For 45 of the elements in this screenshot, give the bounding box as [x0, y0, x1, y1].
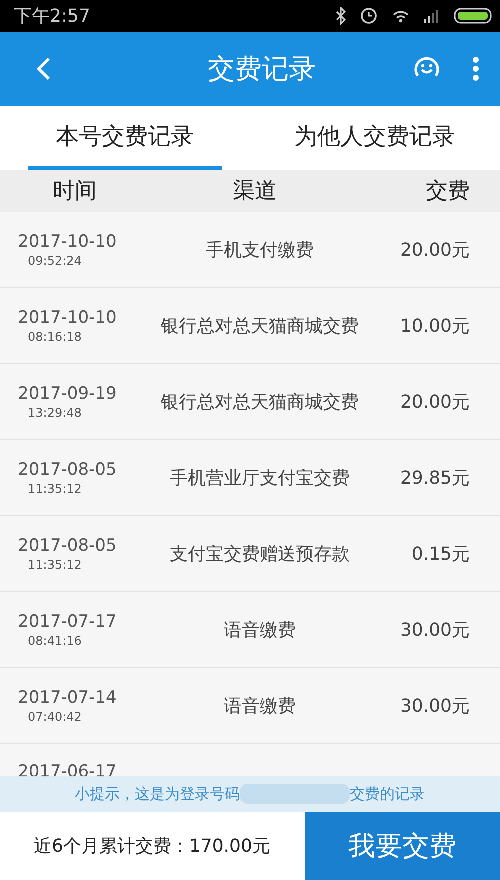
battery-icon — [454, 8, 492, 24]
date-text: 2017-07-17 — [18, 612, 118, 632]
status-time: 下午2:57 — [14, 5, 90, 28]
channel-text: 语音缴费 — [223, 618, 297, 642]
date-text: 2017-09-19 — [18, 384, 118, 404]
amount-text: 20.00元 — [399, 390, 471, 414]
time-text: 09:52:24 — [27, 254, 83, 268]
total-text: 近6个月累计交费：170.00元 — [33, 835, 272, 859]
time-text: 08:41:16 — [27, 634, 83, 648]
date-text: 2017-06-17 — [18, 762, 118, 782]
wifi-icon — [392, 9, 410, 23]
back-icon[interactable] — [36, 57, 52, 81]
time-text: 07:40:42 — [27, 710, 83, 724]
time-text: 11:35:12 — [27, 558, 83, 572]
time-text: 11:35:12 — [27, 482, 83, 496]
hint-text: 小提示，这是为登录号码 — [75, 784, 240, 804]
time-text: 08:16:18 — [27, 330, 83, 344]
amount-text: 30.00元 — [399, 618, 471, 642]
date-text: 2017-07-14 — [18, 688, 118, 708]
alarm-clock-icon — [360, 7, 378, 25]
amount-text: 29.85元 — [399, 466, 471, 490]
more-icon[interactable] — [472, 56, 480, 82]
channel-text: 支付宝交费赠送预存款 — [169, 542, 351, 566]
amount-text: 0.15元 — [410, 542, 471, 566]
hint-text: 交费的记录 — [350, 784, 425, 804]
bluetooth-icon — [336, 7, 346, 25]
date-text: 2017-10-10 — [18, 232, 118, 252]
date-text: 2017-08-05 — [18, 536, 118, 556]
signal-icon — [424, 9, 440, 23]
time-text: 13:29:48 — [27, 406, 83, 420]
channel-text: 手机支付缴费 — [205, 238, 315, 262]
header-title: 交费记录 — [207, 53, 317, 87]
amount-text: 10.00元 — [399, 314, 471, 338]
column-header: 交费 — [425, 178, 471, 206]
date-text: 2017-08-05 — [18, 460, 118, 480]
channel-text: 银行总对总天猫商城交费 — [160, 390, 360, 414]
channel-text: 银行总对总天猫商城交费 — [160, 314, 360, 338]
date-text: 2017-10-10 — [18, 308, 118, 328]
column-header: 时间 — [52, 178, 98, 206]
pay-button[interactable]: 我要交费 — [305, 812, 500, 880]
column-header: 渠道 — [232, 178, 278, 206]
channel-text: 语音缴费 — [223, 694, 297, 718]
amount-text: 30.00元 — [399, 694, 471, 718]
channel-text: 手机营业厅支付宝交费 — [169, 466, 351, 490]
amount-text: 20.00元 — [399, 238, 471, 262]
